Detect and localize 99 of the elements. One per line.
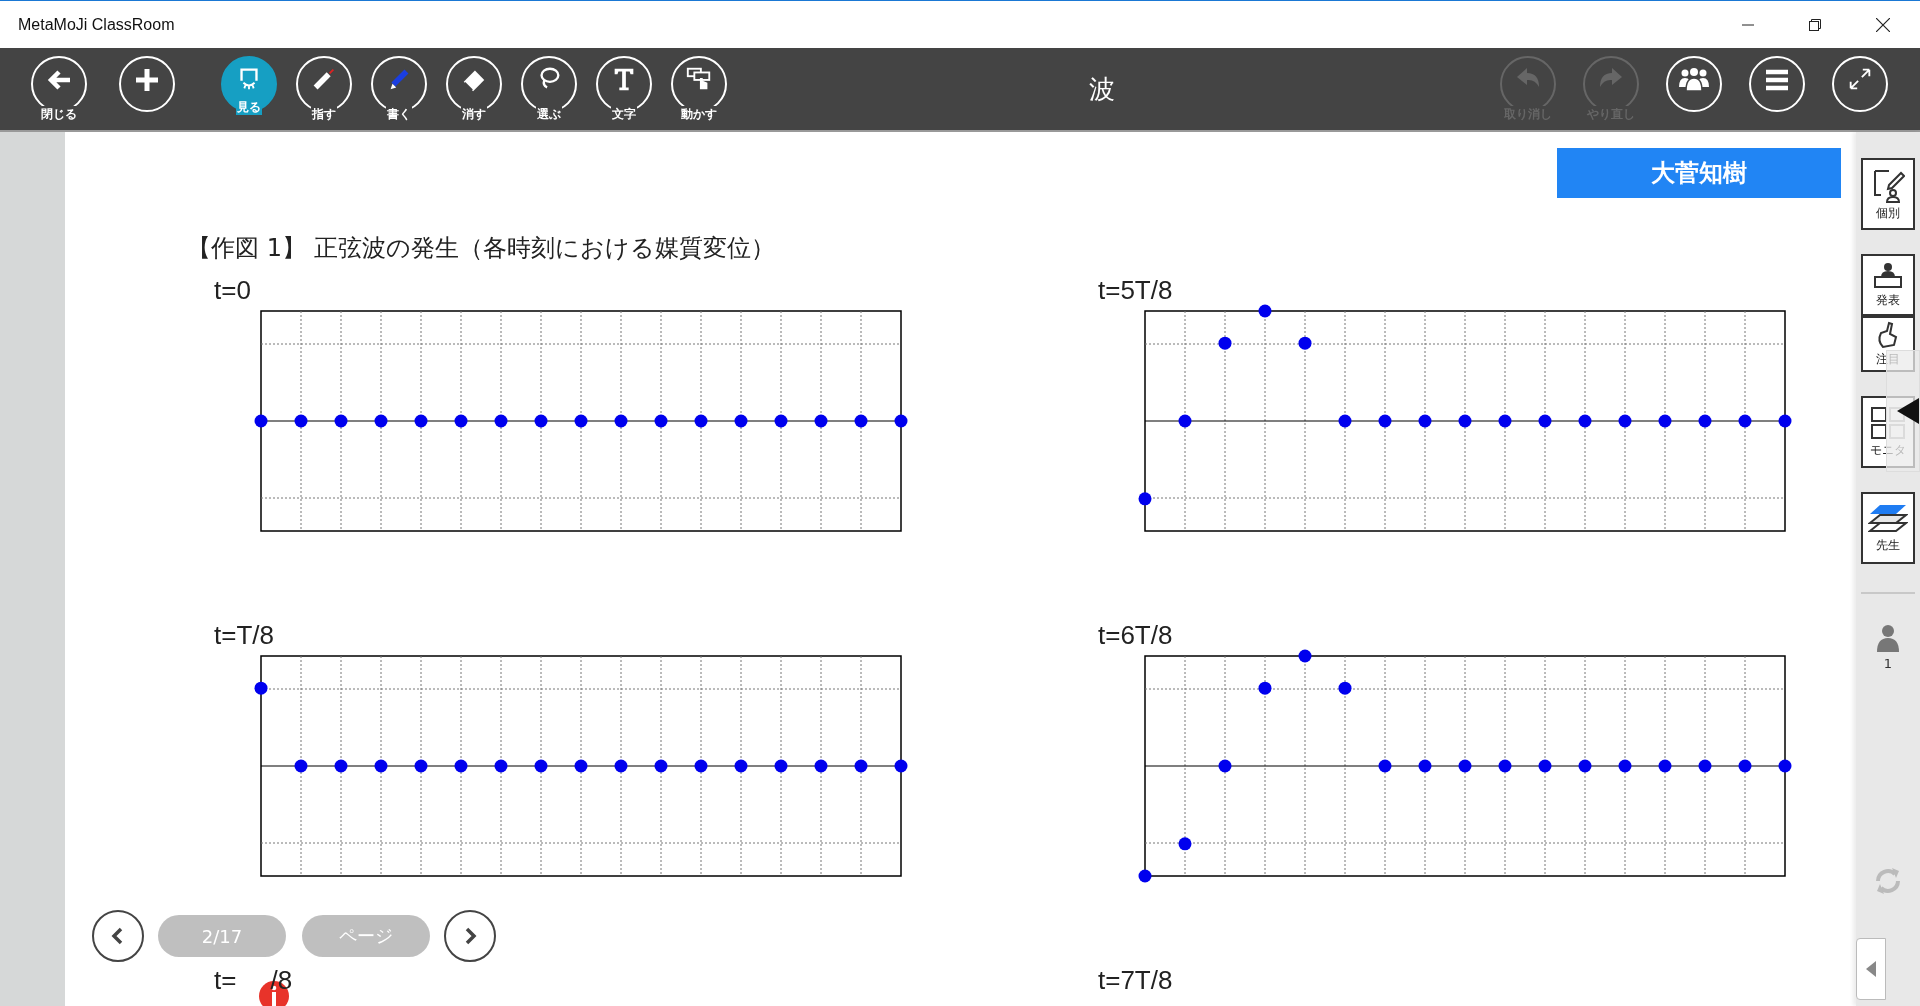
data-point <box>1538 414 1552 428</box>
data-point <box>334 414 348 428</box>
data-point <box>1418 414 1432 428</box>
time-label: t=0 <box>214 275 252 305</box>
data-point <box>454 414 468 428</box>
data-point <box>654 759 668 773</box>
close-button[interactable]: 閉じる <box>27 56 91 122</box>
document-title: 波 <box>1087 72 1116 106</box>
close-icon[interactable] <box>1876 17 1890 32</box>
data-point <box>854 414 868 428</box>
data-point <box>534 759 548 773</box>
text-button[interactable]: 文字 <box>592 56 656 122</box>
data-point <box>1218 759 1232 773</box>
data-point <box>1578 759 1592 773</box>
data-point <box>1138 492 1152 506</box>
data-point <box>254 414 268 428</box>
data-point <box>1458 414 1472 428</box>
data-point <box>414 759 428 773</box>
collapse-tab[interactable] <box>1856 938 1886 1000</box>
layers-icon <box>1868 502 1908 535</box>
data-point <box>414 414 428 428</box>
data-point <box>774 759 788 773</box>
data-point <box>574 759 588 773</box>
data-point <box>1178 414 1192 428</box>
write-button[interactable]: 書く <box>367 56 431 122</box>
participant-count: 1 <box>1883 656 1893 671</box>
data-point <box>894 414 908 428</box>
data-point <box>734 759 748 773</box>
data-point <box>494 414 508 428</box>
data-point <box>694 414 708 428</box>
data-point <box>1778 414 1792 428</box>
data-point <box>1458 759 1472 773</box>
data-point <box>1698 759 1712 773</box>
previous-page-button[interactable] <box>92 910 144 962</box>
triangle-left-icon <box>1864 959 1878 979</box>
data-point <box>814 414 828 428</box>
data-point <box>1738 759 1752 773</box>
data-point <box>854 759 868 773</box>
data-point <box>1138 869 1152 883</box>
data-point <box>734 414 748 428</box>
data-point <box>1698 414 1712 428</box>
data-point <box>534 414 548 428</box>
data-point <box>1778 759 1792 773</box>
data-point <box>1218 336 1232 350</box>
data-point <box>1498 414 1512 428</box>
data-point <box>1378 414 1392 428</box>
data-point <box>454 759 468 773</box>
data-point <box>334 759 348 773</box>
data-point <box>614 759 628 773</box>
data-point <box>1298 336 1312 350</box>
point-button[interactable]: 指す <box>292 56 356 122</box>
data-point <box>1498 759 1512 773</box>
data-point <box>294 759 308 773</box>
data-point <box>374 759 388 773</box>
data-point <box>814 759 828 773</box>
data-point <box>1258 681 1272 695</box>
data-point <box>1418 759 1432 773</box>
data-point <box>1618 759 1632 773</box>
data-point <box>894 759 908 773</box>
person-icon <box>1877 624 1899 652</box>
move-button[interactable]: 動かす <box>667 56 731 122</box>
individual-mode-button[interactable]: 個別 <box>1861 158 1915 230</box>
data-point <box>1178 837 1192 851</box>
data-point <box>374 414 388 428</box>
data-point <box>1338 414 1352 428</box>
data-point <box>294 414 308 428</box>
data-point <box>614 414 628 428</box>
worksheet-heading: 【作図 1】 正弦波の発生（各時刻における媒質変位） <box>187 233 776 264</box>
restore-icon[interactable] <box>1809 18 1821 31</box>
data-point <box>1378 759 1392 773</box>
teacher-mode-button[interactable]: 先生 <box>1861 492 1915 564</box>
time-label: t=6T/8 <box>1098 620 1174 650</box>
select-button[interactable]: 選ぶ <box>517 56 581 122</box>
data-point <box>1538 759 1552 773</box>
data-point <box>1298 649 1312 663</box>
data-point <box>774 414 788 428</box>
data-point <box>654 414 668 428</box>
time-label: t=T/8 <box>214 620 275 650</box>
erase-button[interactable]: 消す <box>442 56 506 122</box>
data-point <box>1738 414 1752 428</box>
data-point <box>1658 759 1672 773</box>
time-label: t=5T/8 <box>1098 275 1174 305</box>
data-point <box>694 759 708 773</box>
time-label: t=7T/8 <box>1098 965 1173 995</box>
next-page-button[interactable] <box>444 910 496 962</box>
data-point <box>1578 414 1592 428</box>
data-point <box>1658 414 1672 428</box>
data-point <box>254 681 268 695</box>
triangle-left-icon <box>1895 398 1919 424</box>
student-name-button[interactable]: 大菅知樹 <box>1557 148 1841 198</box>
data-point <box>494 759 508 773</box>
window-title: MetaMoJi ClassRoom <box>18 15 176 34</box>
data-point <box>1338 681 1352 695</box>
time-label: t= <box>214 965 237 995</box>
presenter-icon <box>1872 261 1904 290</box>
present-mode-button[interactable]: 発表 <box>1861 254 1915 316</box>
data-point <box>1258 304 1272 318</box>
data-point <box>1618 414 1632 428</box>
data-point <box>574 414 588 428</box>
